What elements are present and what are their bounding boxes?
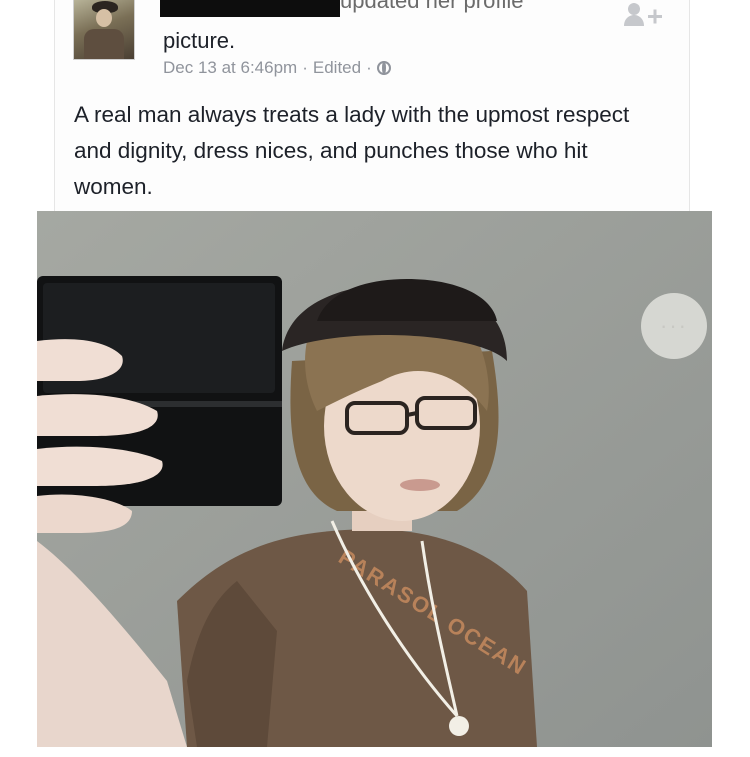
more-options-icon[interactable]: ··· [641,293,707,359]
more-options-dots: ··· [660,313,688,338]
post-headline-object[interactable]: picture. [163,28,235,54]
post-meta: Dec 13 at 6:46pm · Edited · [163,58,391,78]
meta-separator: · [366,58,372,77]
selfie-illustration: PARASOL OCEAN [37,211,712,747]
post-headline-action: updated her profile [340,0,524,13]
profile-avatar[interactable] [73,0,135,60]
profile-photo[interactable]: PARASOL OCEAN [37,211,712,747]
post-text: A real man always treats a lady with the… [74,102,630,199]
post-timestamp[interactable]: Dec 13 at 6:46pm [163,58,297,78]
avatar-shirt [84,29,124,59]
edited-label[interactable]: Edited [313,58,361,78]
redacted-author-name [160,0,340,17]
add-friend-icon[interactable] [622,0,664,32]
meta-separator: · [302,58,308,77]
avatar-face [96,9,112,27]
globe-icon[interactable] [376,61,391,75]
